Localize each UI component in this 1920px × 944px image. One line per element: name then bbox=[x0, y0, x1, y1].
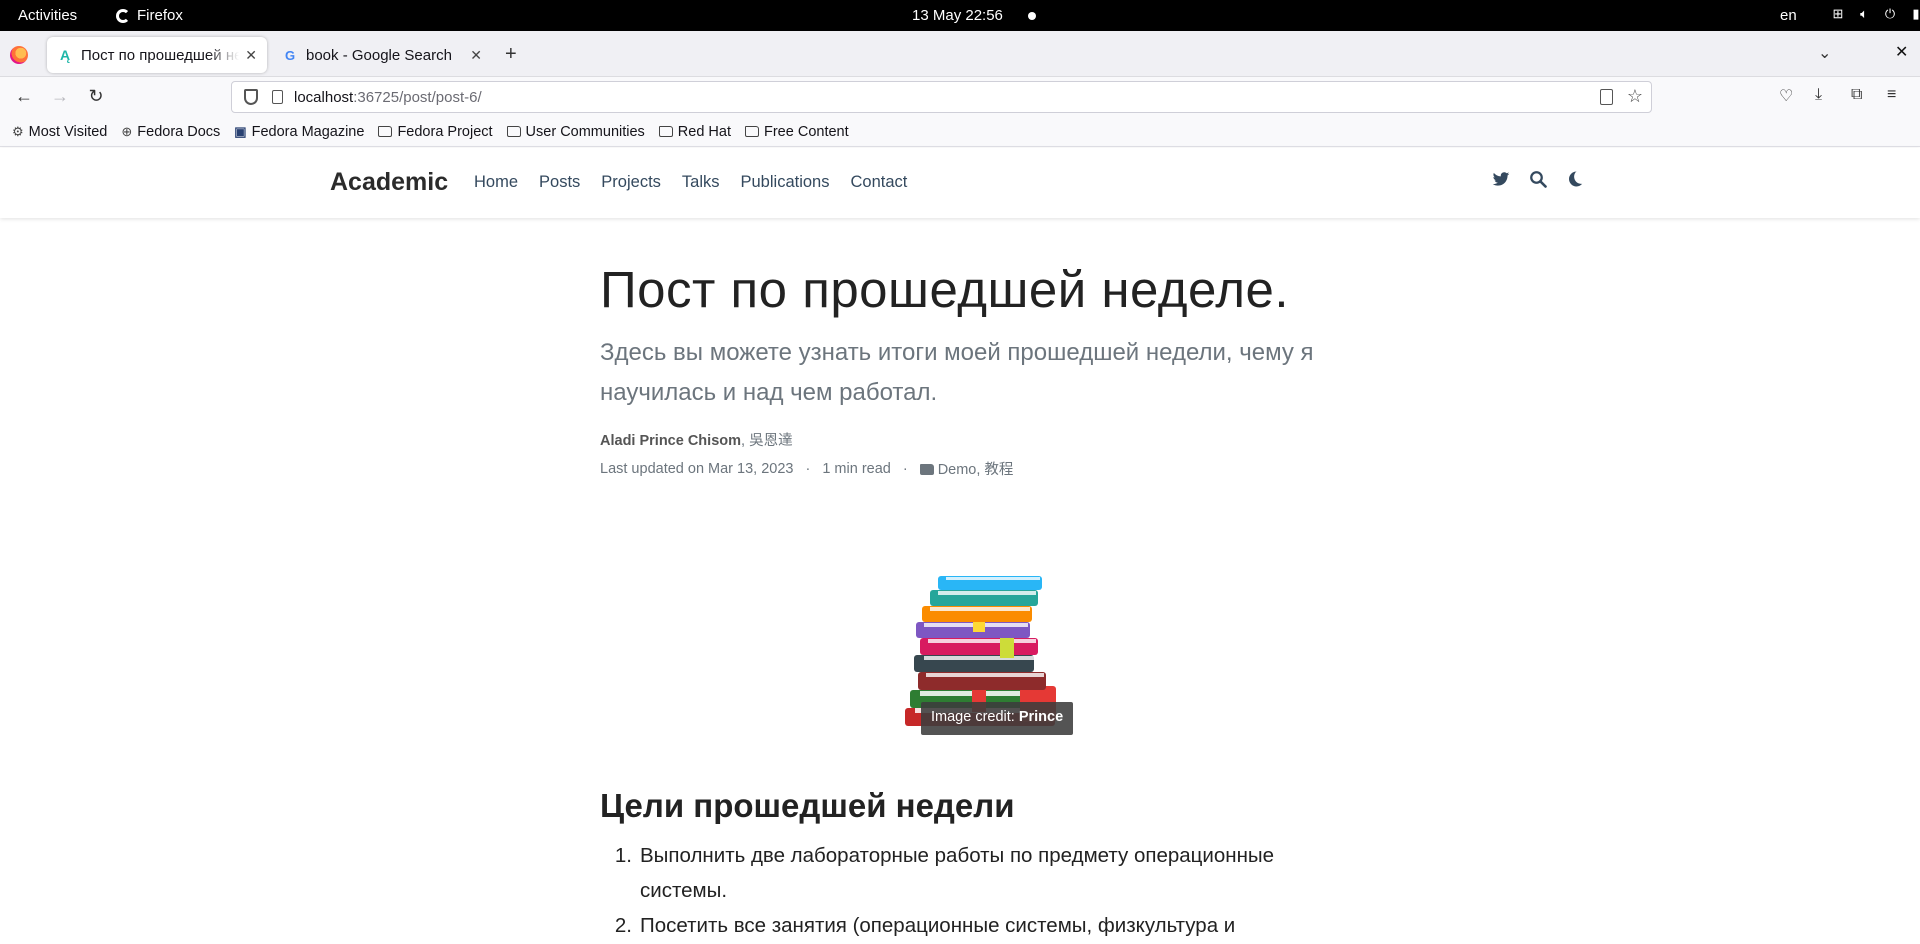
tab-strip: Ą Пост по прошедшей неделе. ✕ G book - G… bbox=[0, 31, 1920, 77]
chevron-down-icon[interactable]: ⌄ bbox=[1818, 43, 1831, 63]
site-menu: Home Posts Projects Talks Publications C… bbox=[474, 173, 907, 192]
network-icon: ⊞ bbox=[1832, 6, 1844, 21]
tab-post[interactable]: Ą Пост по прошедшей неделе. ✕ bbox=[47, 37, 267, 73]
system-top-bar: Activities Firefox 13 May 22:56 en ⊞ 🔈︎ … bbox=[0, 0, 1920, 31]
bookmark-most-visited[interactable]: ⚙ Most Visited bbox=[12, 124, 107, 140]
url-text[interactable]: localhost:36725/post/post-6/ bbox=[294, 89, 482, 106]
folder-icon bbox=[506, 126, 521, 137]
post-meta: Last updated on Mar 13, 2023 · 1 min rea… bbox=[600, 458, 1320, 479]
back-icon[interactable]: ← bbox=[14, 86, 34, 107]
activities-button[interactable]: Activities bbox=[18, 7, 77, 24]
folder-icon bbox=[378, 126, 393, 137]
page-info-icon[interactable] bbox=[272, 90, 283, 104]
close-tab-icon[interactable]: ✕ bbox=[470, 47, 482, 64]
firefox-icon bbox=[116, 8, 130, 23]
image-credit: Image credit: Prince bbox=[921, 702, 1074, 735]
list-item: 1. Выполнить две лабораторные работы по … bbox=[614, 844, 1275, 902]
language-indicator[interactable]: en bbox=[1780, 7, 1797, 24]
url-bar[interactable]: localhost:36725/post/post-6/ ☆ bbox=[231, 81, 1652, 113]
extensions-icon[interactable]: ⧉ bbox=[1851, 86, 1862, 104]
power-icon: ⏻ bbox=[1884, 6, 1896, 21]
system-tray[interactable]: ⊞ 🔈︎ ⏻ ▮ bbox=[1830, 6, 1920, 22]
bookmark-free-content[interactable]: Free Content bbox=[745, 124, 849, 140]
article-header: Пост по прошедшей неделе. Здесь вы может… bbox=[600, 260, 1320, 479]
bookmark-fedora-project[interactable]: Fedora Project bbox=[378, 124, 493, 140]
folder-icon bbox=[658, 126, 673, 137]
reader-view-icon[interactable] bbox=[1600, 89, 1613, 105]
updated-date: Last updated on Mar 13, 2023 bbox=[600, 460, 794, 477]
twitter-icon[interactable] bbox=[1492, 170, 1510, 193]
bookmark-red-hat[interactable]: Red Hat bbox=[658, 124, 731, 140]
bookmarks-toolbar: ⚙ Most Visited ⊕ Fedora Docs ▣ Fedora Magaz… bbox=[0, 117, 1920, 147]
tab-title: book - Google Search bbox=[306, 46, 452, 64]
bookmark-star-icon[interactable]: ☆ bbox=[1627, 86, 1643, 107]
nav-posts[interactable]: Posts bbox=[539, 173, 580, 192]
nav-home[interactable]: Home bbox=[474, 173, 518, 192]
image-credit-author[interactable]: Prince bbox=[1019, 709, 1063, 725]
meta-separator: · bbox=[805, 460, 811, 477]
reload-icon[interactable]: ↻ bbox=[86, 86, 106, 107]
tab-title: Пост по прошедшей неделе. bbox=[81, 46, 240, 64]
app-name: Firefox bbox=[137, 7, 183, 24]
site-navbar: Academic Home Posts Projects Talks Publi… bbox=[0, 148, 1920, 218]
gear-icon: ⚙ bbox=[12, 123, 24, 139]
folder-icon bbox=[745, 126, 759, 137]
author-link[interactable]: Aladi Prince Chisom bbox=[600, 433, 741, 449]
post-categories[interactable]: Demo, 教程 bbox=[919, 458, 1013, 479]
window-close-icon[interactable]: ✕ bbox=[1895, 42, 1908, 62]
nav-contact[interactable]: Contact bbox=[850, 173, 907, 192]
shield-icon[interactable] bbox=[244, 89, 258, 105]
list-item: 2. Посетить все занятия (операционные си… bbox=[614, 914, 1236, 937]
bookmark-user-communities[interactable]: User Communities bbox=[506, 124, 645, 140]
globe-icon: ⊕ bbox=[121, 123, 133, 139]
folder-icon bbox=[919, 464, 934, 475]
dark-mode-moon-icon[interactable] bbox=[1566, 170, 1584, 193]
nav-publications[interactable]: Publications bbox=[741, 173, 830, 192]
tab-google[interactable]: G book - Google Search ✕ bbox=[272, 37, 492, 73]
search-icon[interactable] bbox=[1529, 170, 1547, 193]
goals-list: 1. Выполнить две лабораторные работы по … bbox=[600, 838, 1320, 943]
author-secondary: , 吳恩達 bbox=[741, 433, 793, 449]
bookmark-fedora-magazine[interactable]: ▣ Fedora Magazine bbox=[234, 124, 364, 140]
post-authors: Aladi Prince Chisom, 吳恩達 bbox=[600, 429, 1320, 450]
navigation-toolbar: ← → ↻ localhost:36725/post/post-6/ ☆ ♡ ⤓… bbox=[0, 77, 1920, 117]
meta-separator: · bbox=[902, 460, 908, 477]
pocket-icon[interactable]: ♡ bbox=[1779, 86, 1793, 106]
site-brand[interactable]: Academic bbox=[330, 168, 448, 197]
fedora-magazine-icon: ▣ bbox=[234, 123, 247, 139]
close-tab-icon[interactable]: ✕ bbox=[245, 47, 257, 64]
section-heading: Цели прошедшей недели bbox=[600, 787, 1015, 824]
menu-icon[interactable]: ≡ bbox=[1887, 86, 1896, 104]
academic-favicon-icon: Ą bbox=[59, 47, 71, 63]
downloads-icon[interactable]: ⤓ bbox=[1815, 86, 1822, 104]
read-time: 1 min read bbox=[822, 460, 891, 477]
new-tab-icon[interactable]: + bbox=[505, 43, 517, 66]
volume-icon: 🔈︎ bbox=[1860, 6, 1868, 21]
battery-icon: ▮ bbox=[1912, 6, 1920, 21]
forward-icon[interactable]: → bbox=[50, 86, 70, 107]
nav-projects[interactable]: Projects bbox=[601, 173, 661, 192]
clock[interactable]: 13 May 22:56 bbox=[912, 7, 1003, 24]
bookmark-fedora-docs[interactable]: ⊕ Fedora Docs bbox=[121, 124, 220, 140]
google-favicon-icon: G bbox=[284, 47, 296, 63]
notification-dot-icon bbox=[1028, 12, 1036, 20]
post-summary: Здесь вы можете узнать итоги моей прошед… bbox=[600, 339, 1314, 406]
site-tools bbox=[1492, 170, 1584, 193]
firefox-view-icon[interactable] bbox=[10, 46, 28, 64]
post-title: Пост по прошедшей неделе. bbox=[600, 261, 1290, 318]
nav-talks[interactable]: Talks bbox=[682, 173, 720, 192]
app-menu[interactable]: Firefox bbox=[116, 7, 183, 24]
